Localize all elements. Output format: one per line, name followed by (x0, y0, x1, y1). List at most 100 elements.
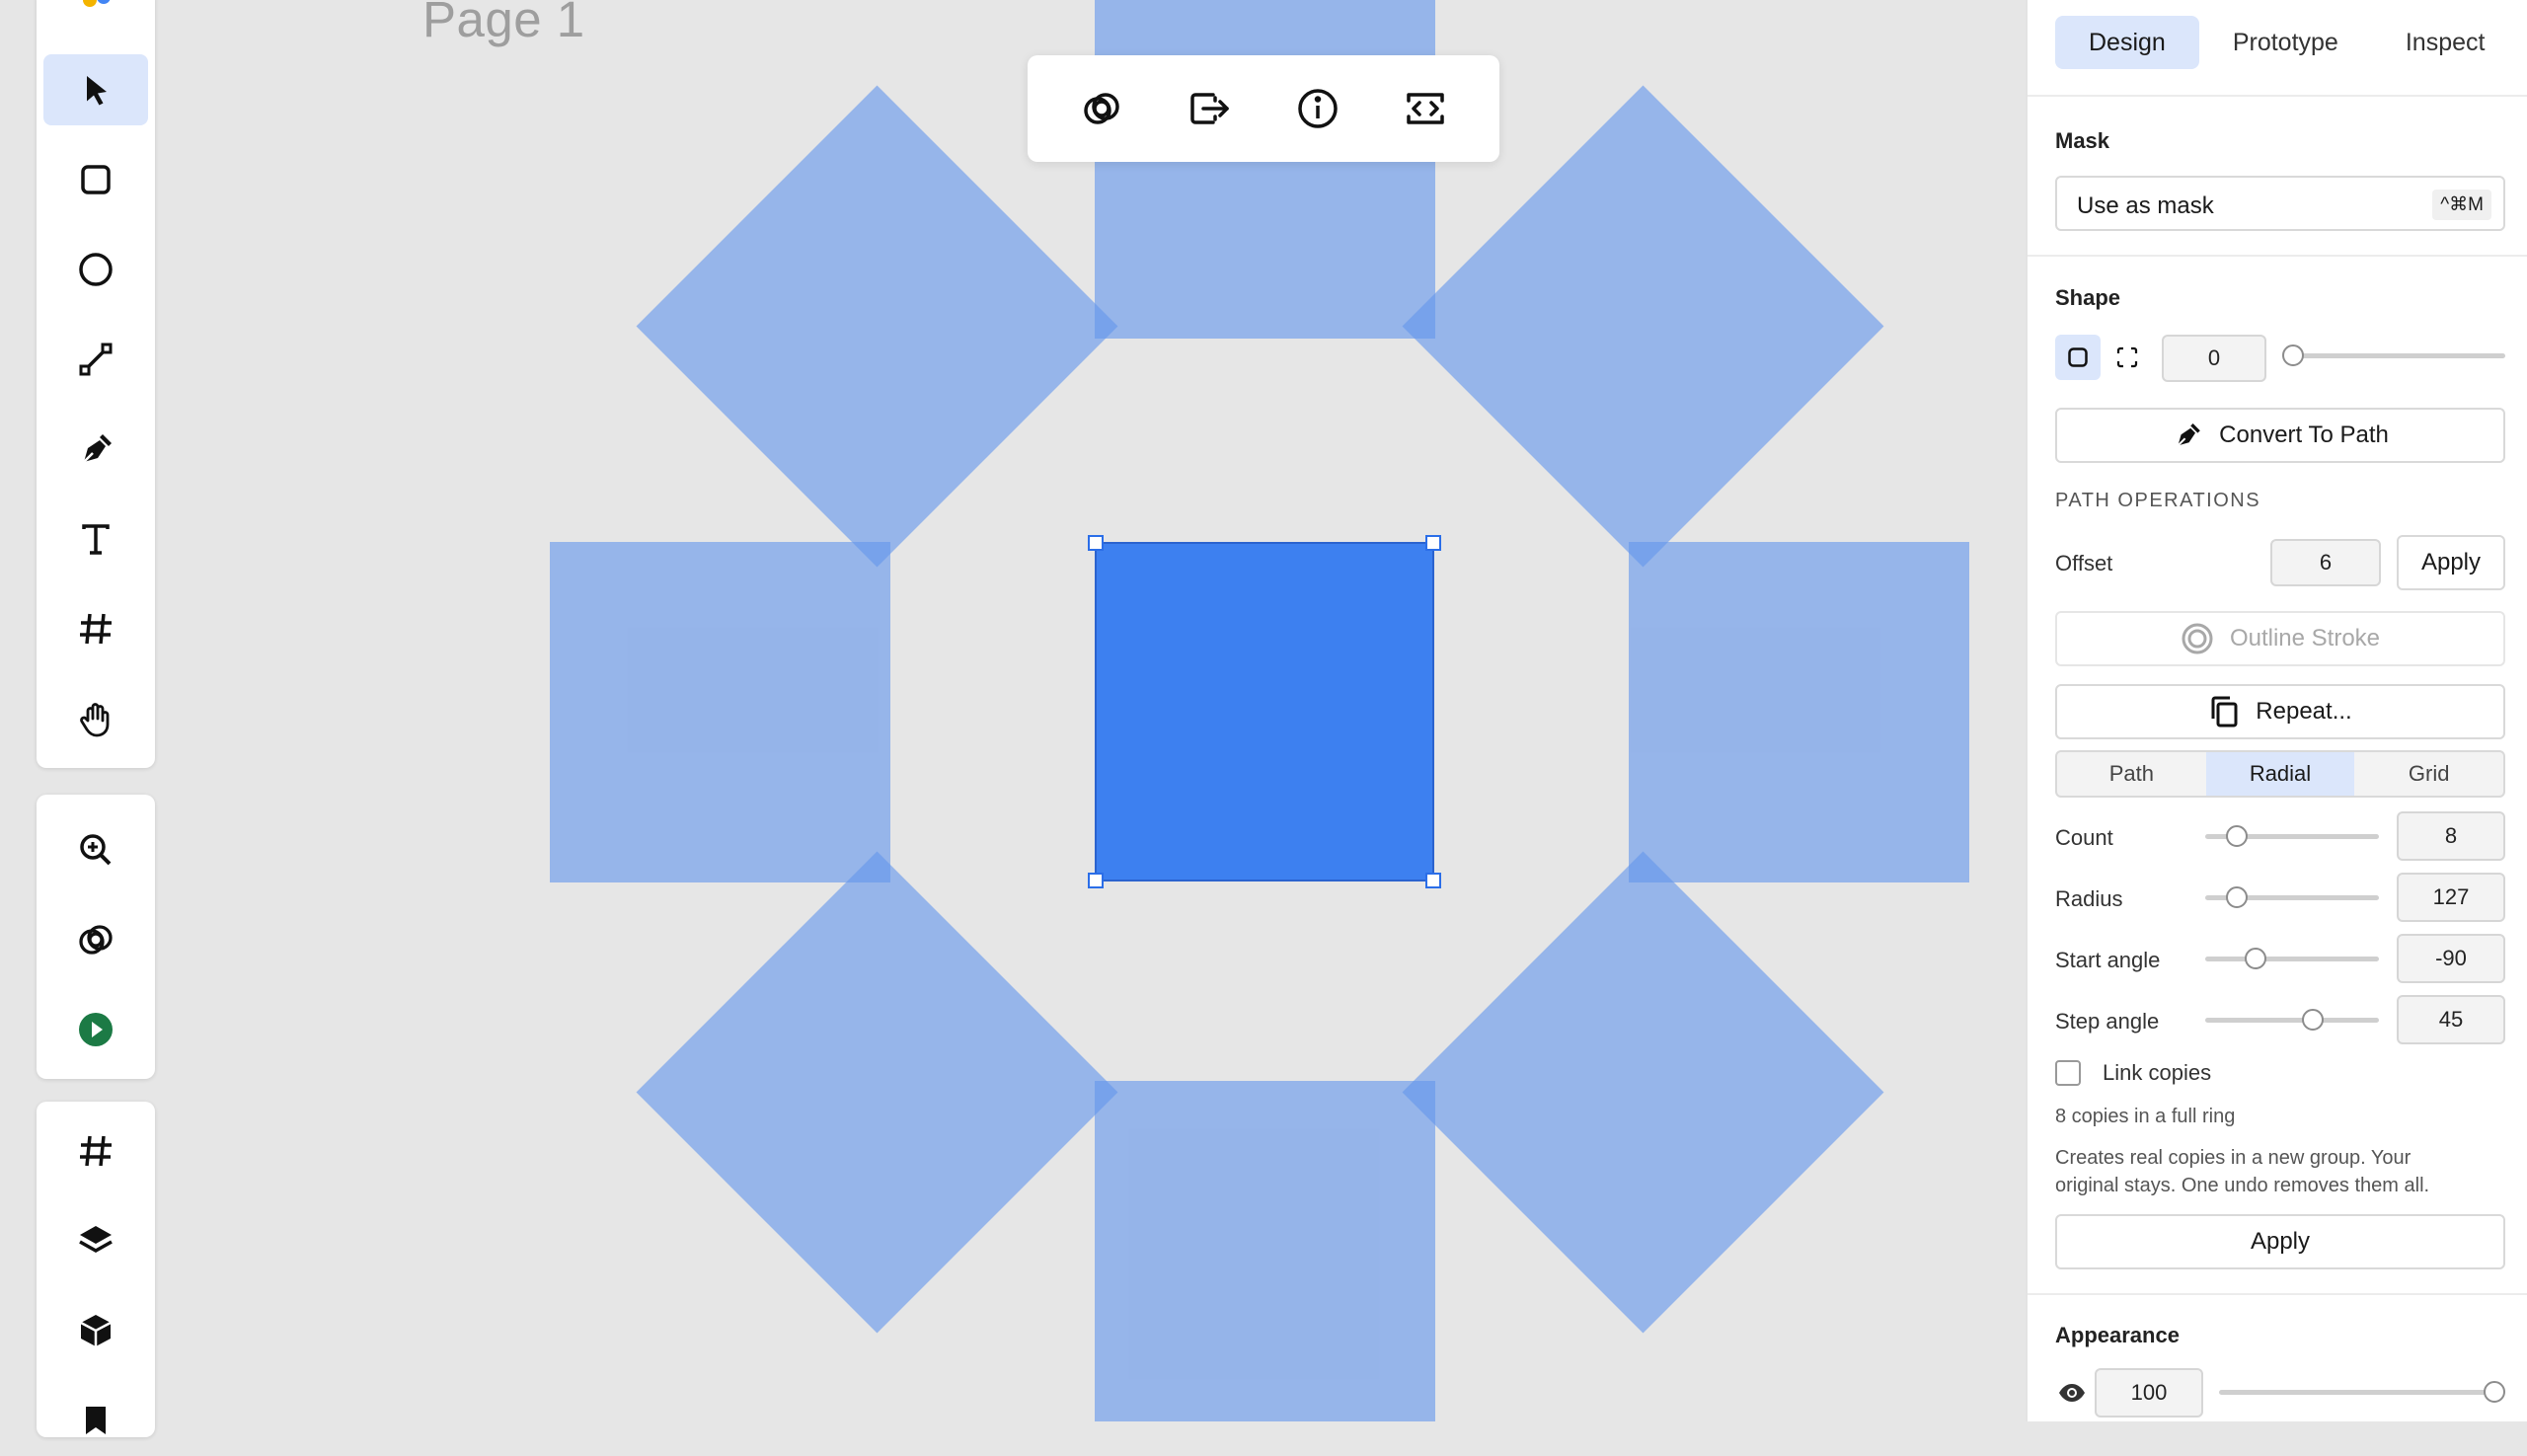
radial-copy[interactable] (1095, 0, 1435, 339)
start-angle-input[interactable]: -90 (2397, 934, 2505, 983)
radius-slider-thumb[interactable] (2226, 886, 2248, 908)
mode-radial[interactable]: Radial (2205, 752, 2355, 796)
select-tool[interactable] (43, 54, 148, 125)
link-copies-checkbox[interactable] (2055, 1060, 2081, 1086)
tab-inspect[interactable]: Inspect (2372, 16, 2519, 69)
repeat-mode-segmented: Path Radial Grid (2055, 750, 2505, 798)
repeat-help-line-1: Creates real copies in a new group. Your (2055, 1147, 2412, 1169)
resize-handle-top-left[interactable] (1088, 535, 1104, 551)
outline-stroke-icon (2182, 623, 2213, 654)
export-icon[interactable] (1178, 77, 1241, 140)
text-icon (82, 524, 110, 555)
convert-to-path-label: Convert To Path (2219, 421, 2389, 448)
visibility-toggle[interactable] (2055, 1378, 2089, 1408)
resize-handle-bottom-left[interactable] (1088, 873, 1104, 888)
mask-title: Mask (2055, 128, 2110, 153)
opacity-input[interactable]: 100 (2095, 1368, 2203, 1418)
offset-apply-button[interactable]: Apply (2397, 535, 2505, 590)
start-angle-slider-thumb[interactable] (2245, 948, 2266, 969)
rectangle-tool[interactable] (43, 144, 148, 215)
mode-grid[interactable]: Grid (2354, 752, 2503, 796)
opacity-slider-thumb[interactable] (2484, 1381, 2505, 1403)
step-angle-slider-thumb[interactable] (2302, 1009, 2324, 1031)
zoom-tool[interactable] (43, 814, 148, 885)
pen-tool[interactable] (43, 414, 148, 485)
link-copies-label: Link copies (2103, 1060, 2212, 1085)
appearance-title: Appearance (2055, 1323, 2180, 1347)
tab-prototype[interactable]: Prototype (2199, 16, 2372, 69)
frame-tool[interactable] (43, 593, 148, 664)
hand-tool[interactable] (43, 683, 148, 754)
step-angle-slider-track[interactable] (2205, 1018, 2379, 1023)
line-tool[interactable] (43, 324, 148, 395)
more-panel-button[interactable] (43, 1385, 148, 1456)
corner-radius-slider-track[interactable] (2286, 353, 2505, 358)
line-icon (79, 343, 113, 376)
corner-radius-slider-thumb[interactable] (2282, 345, 2304, 366)
radial-copy[interactable] (1629, 542, 1969, 882)
play-icon (79, 1013, 113, 1046)
utility-group (37, 795, 155, 1079)
resize-handle-top-right[interactable] (1425, 535, 1441, 551)
radial-copy[interactable] (636, 851, 1118, 1334)
play-tool[interactable] (43, 994, 148, 1065)
panels-group (37, 1102, 155, 1437)
shape-title: Shape (2055, 285, 2121, 310)
outline-stroke-label: Outline Stroke (2229, 625, 2381, 651)
copies-summary: 8 copies in a full ring (2055, 1106, 2236, 1127)
offset-input[interactable]: 6 (2270, 539, 2381, 586)
opacity-slider-track[interactable] (2219, 1390, 2493, 1395)
uniform-corner-button[interactable] (2055, 335, 2101, 380)
context-toolbar (1028, 55, 1499, 162)
count-slider-thumb[interactable] (2226, 825, 2248, 847)
radius-input[interactable]: 127 (2397, 873, 2505, 922)
radial-copy[interactable] (550, 542, 890, 882)
outline-stroke-button[interactable]: Outline Stroke (2055, 611, 2505, 666)
start-angle-label: Start angle (2055, 948, 2161, 972)
mode-path[interactable]: Path (2057, 752, 2206, 796)
panel-tabs: Design Prototype Inspect (2055, 16, 2518, 69)
radius-label: Radius (2055, 886, 2123, 911)
boolean-icon[interactable] (1070, 77, 1133, 140)
repeat-apply-button[interactable]: Apply (2055, 1214, 2505, 1269)
text-tool[interactable] (43, 503, 148, 575)
repeat-label: Repeat... (2256, 698, 2352, 725)
radial-copy[interactable] (1095, 1081, 1435, 1421)
count-label: Count (2055, 825, 2113, 850)
eye-icon (2059, 1384, 2085, 1402)
ellipse-tool[interactable] (43, 234, 148, 305)
mask-shortcut: ^⌘M (2432, 190, 2491, 220)
step-angle-label: Step angle (2055, 1009, 2160, 1034)
convert-to-path-button[interactable]: Convert To Path (2055, 408, 2505, 463)
properties-panel: Design Prototype Inspect Mask Use as mas… (2026, 0, 2527, 1421)
use-as-mask-button[interactable]: Use as mask ^⌘M (2055, 176, 2505, 231)
repeat-button[interactable]: Repeat... (2055, 684, 2505, 739)
independent-corners-button[interactable] (2105, 335, 2150, 380)
resize-handle-bottom-right[interactable] (1425, 873, 1441, 888)
tab-design[interactable]: Design (2055, 16, 2199, 69)
hand-icon (80, 703, 110, 737)
frames-panel-button[interactable] (43, 1115, 148, 1187)
count-input[interactable]: 8 (2397, 811, 2505, 861)
info-icon[interactable] (1286, 77, 1349, 140)
selected-rectangle[interactable] (1095, 542, 1434, 881)
divider (2028, 255, 2527, 257)
start-angle-slider-track[interactable] (2205, 957, 2379, 961)
corner-radius-input[interactable]: 0 (2162, 335, 2266, 382)
step-angle-input[interactable]: 45 (2397, 995, 2505, 1044)
components-panel-button[interactable] (43, 1295, 148, 1366)
boolean-tool[interactable] (43, 904, 148, 975)
repeat-help-line-2: original stays. One undo removes them al… (2055, 1175, 2430, 1196)
radial-copy[interactable] (1402, 851, 1884, 1334)
frame-icon (80, 1135, 112, 1167)
boolean-icon (79, 925, 113, 955)
divider (2028, 95, 2527, 97)
canvas[interactable]: Page 1 (0, 0, 2026, 1421)
path-operations-caption: PATH OPERATIONS (2055, 490, 2261, 511)
corner-uniform-icon (2068, 347, 2088, 367)
code-icon[interactable] (1394, 77, 1457, 140)
layers-icon (79, 1226, 113, 1254)
page-title: Page 1 (422, 0, 585, 47)
pen-icon (81, 434, 112, 465)
layers-panel-button[interactable] (43, 1205, 148, 1276)
